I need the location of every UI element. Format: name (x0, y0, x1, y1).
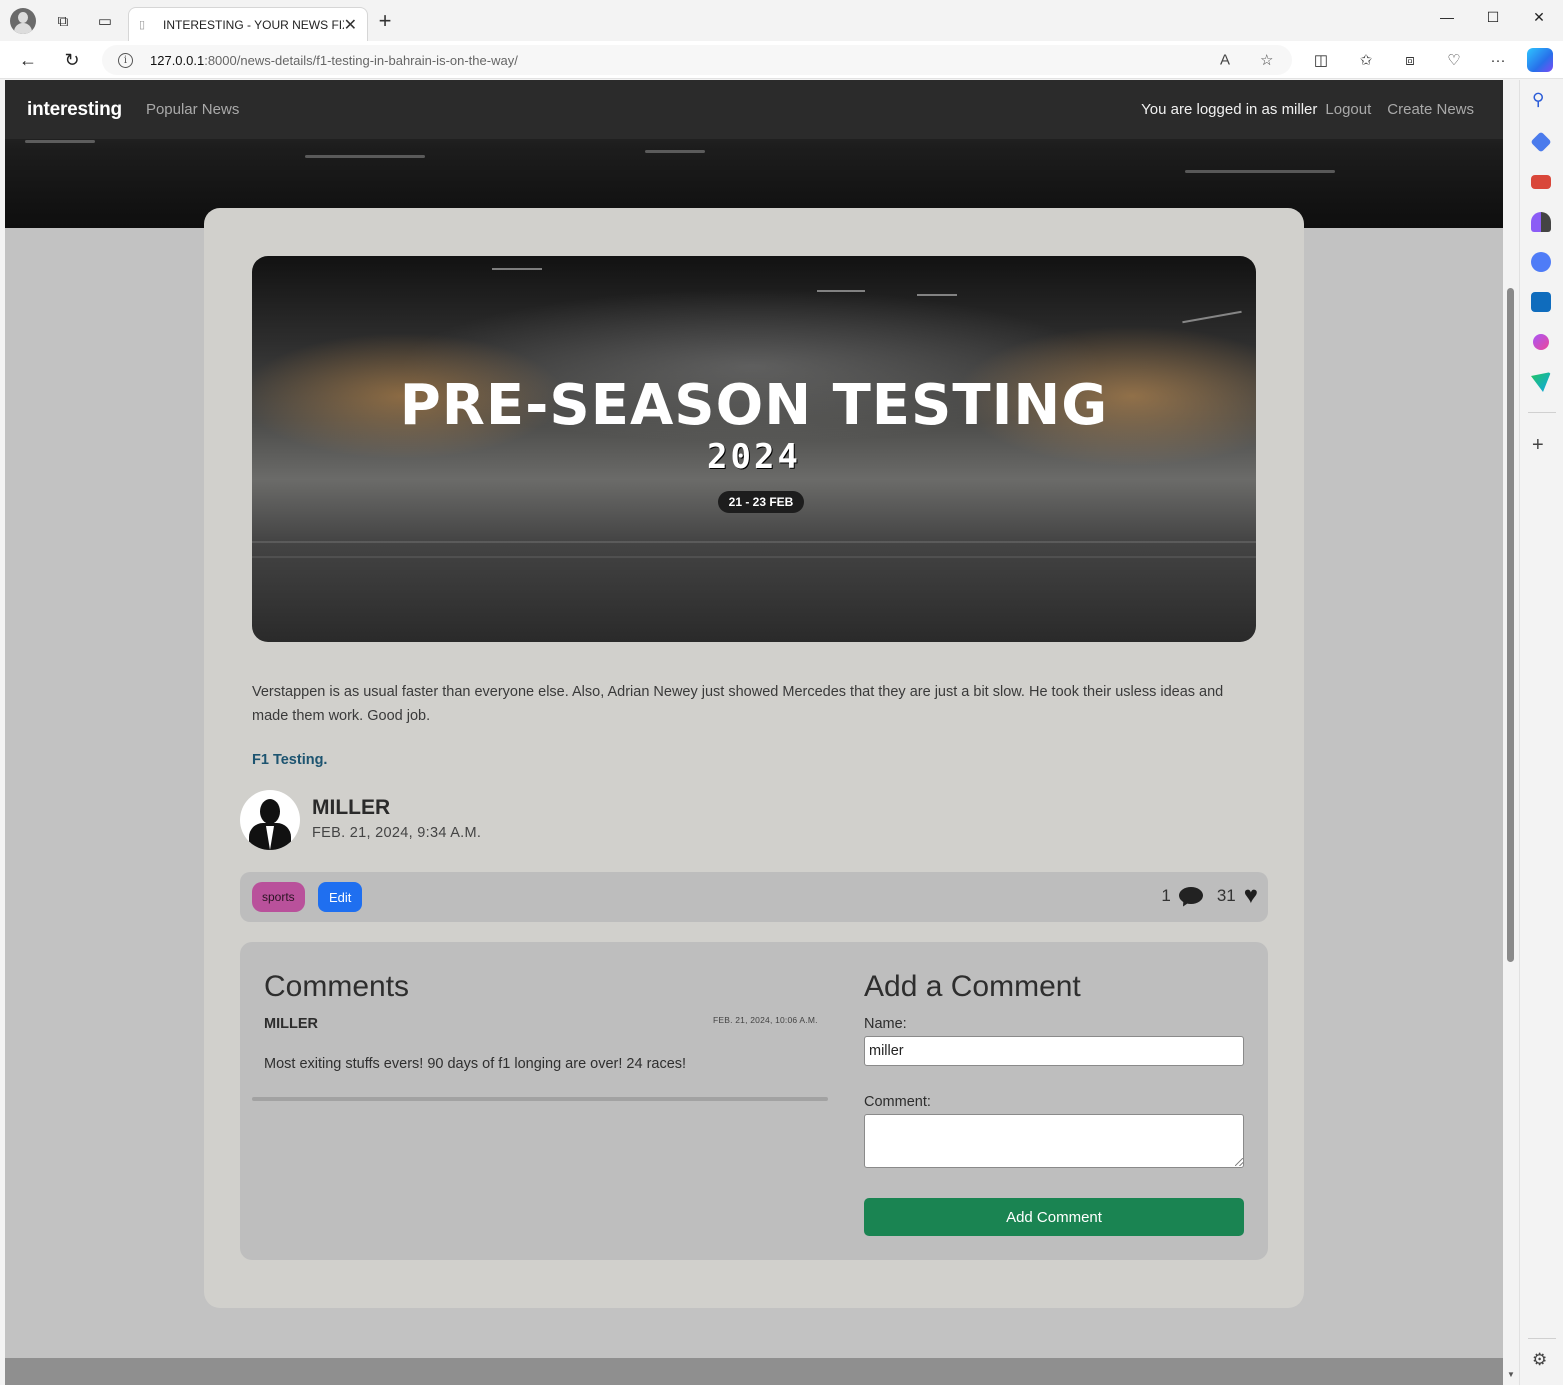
outlook-icon[interactable] (1531, 292, 1551, 312)
favorites-icon[interactable]: ✩ (1354, 49, 1378, 71)
comment-author: MILLER (264, 1016, 318, 1032)
scrollbar-thumb[interactable] (1507, 288, 1514, 962)
comment-label: Comment: (864, 1094, 931, 1110)
close-window-icon[interactable]: ✕ (1516, 6, 1562, 28)
tab-title: INTERESTING - YOUR NEWS FIX (163, 17, 344, 32)
browser-titlebar: ⧉ ▭ ▯ INTERESTING - YOUR NEWS FIX ✕ + — … (0, 0, 1563, 41)
profile-avatar-icon[interactable] (10, 8, 36, 34)
textarea-resize-handle[interactable] (1235, 1158, 1243, 1166)
publish-date: FEB. 21, 2024, 9:34 A.M. (312, 825, 482, 841)
search-icon[interactable]: ⚲ (1532, 90, 1544, 110)
sidebar-divider (1528, 412, 1556, 413)
page-scrollbar[interactable]: ▼ (1503, 80, 1519, 1385)
name-label: Name: (864, 1016, 907, 1032)
heart-icon[interactable]: ♥ (1244, 884, 1258, 908)
brand-logo[interactable]: interesting (27, 99, 122, 121)
author-name: MILLER (312, 796, 391, 819)
edge-sidebar: ⚲ + ⚙ (1519, 80, 1563, 1385)
comment-bubble-icon (1178, 887, 1203, 905)
nav-logout[interactable]: Logout (1325, 101, 1371, 118)
logged-in-status: You are logged in as miller (1141, 101, 1318, 118)
microsoft-365-icon[interactable] (1531, 252, 1551, 272)
nav-create-news[interactable]: Create News (1387, 101, 1474, 118)
article-body: Verstappen is as usual faster than every… (252, 684, 1224, 724)
designer-icon[interactable] (1533, 334, 1549, 350)
favicon-icon: ▯ (139, 18, 146, 31)
favorite-star-icon[interactable]: ☆ (1260, 51, 1273, 69)
shopping-tag-icon[interactable] (1530, 131, 1552, 153)
nav-user-area: You are logged in as miller Logout Creat… (1141, 101, 1481, 118)
sidebar-divider (1528, 1338, 1556, 1339)
more-options-icon[interactable]: ··· (1486, 49, 1510, 71)
collections-icon[interactable]: ⧈ (1398, 49, 1422, 71)
add-comment-heading: Add a Comment (864, 970, 1081, 1003)
minimize-icon[interactable]: — (1424, 6, 1470, 28)
read-aloud-icon[interactable]: A (1220, 52, 1230, 69)
browser-essentials-icon[interactable]: ♡ (1442, 49, 1466, 71)
split-screen-icon[interactable]: ◫ (1309, 49, 1333, 71)
tools-briefcase-icon[interactable] (1531, 175, 1551, 189)
comment-textarea[interactable] (864, 1114, 1244, 1168)
comment-count: 1 (1161, 886, 1171, 905)
page-footer (5, 1358, 1503, 1385)
scroll-down-arrow-icon[interactable]: ▼ (1507, 1370, 1515, 1379)
add-sidebar-app-icon[interactable]: + (1532, 434, 1544, 457)
comment-text: Most exiting stuffs evers! 90 days of f1… (264, 1056, 687, 1072)
new-tab-icon[interactable]: + (372, 8, 398, 34)
url-host: 127.0.0.1 (150, 52, 205, 68)
article-card: PRE-SEASON TESTING 2024 21 - 23 FEB Vers… (204, 208, 1304, 1308)
copilot-icon[interactable] (1527, 48, 1553, 72)
comment-divider (252, 1097, 828, 1101)
banner-dates: 21 - 23 FEB (718, 491, 804, 513)
url-path: :8000/news-details/f1-testing-in-bahrain… (204, 52, 518, 68)
address-toolbar: ← ↻ i 127.0.0.1:8000/news-details/f1-tes… (0, 41, 1563, 79)
workspaces-icon[interactable]: ⧉ (50, 8, 76, 34)
games-icon[interactable] (1531, 212, 1551, 232)
author-avatar (240, 790, 300, 850)
banner-year: 2024 (707, 437, 801, 477)
comments-section: Comments MILLER FEB. 21, 2024, 10:06 A.M… (240, 942, 1268, 1260)
edit-button[interactable]: Edit (318, 882, 363, 912)
comment-date: FEB. 21, 2024, 10:06 A.M. (713, 1015, 818, 1025)
article-meta-bar: sports Edit 1 31 ♥ (240, 872, 1268, 922)
page-viewport: interesting Popular News You are logged … (5, 80, 1503, 1385)
add-comment-button[interactable]: Add Comment (864, 1198, 1244, 1236)
article-tagline: F1 Testing. (252, 752, 328, 768)
article-banner-image: PRE-SEASON TESTING 2024 21 - 23 FEB (252, 256, 1256, 642)
site-info-icon[interactable]: i (118, 52, 133, 68)
tab-actions-icon[interactable]: ▭ (92, 8, 118, 34)
back-icon[interactable]: ← (14, 47, 42, 73)
sidebar-settings-icon[interactable]: ⚙ (1532, 1350, 1547, 1370)
browser-tab[interactable]: ▯ INTERESTING - YOUR NEWS FIX ✕ (128, 7, 368, 41)
comments-heading: Comments (264, 970, 410, 1003)
name-input[interactable]: miller (864, 1036, 1244, 1066)
nav-popular-news[interactable]: Popular News (146, 101, 239, 118)
engagement-counts: 1 31 ♥ (1161, 884, 1258, 908)
maximize-icon[interactable]: ☐ (1470, 6, 1516, 28)
category-badge[interactable]: sports (252, 882, 305, 912)
site-navbar: interesting Popular News You are logged … (5, 80, 1503, 139)
send-icon[interactable] (1531, 372, 1551, 392)
address-bar[interactable]: i 127.0.0.1:8000/news-details/f1-testing… (102, 45, 1292, 75)
like-count: 31 (1216, 886, 1236, 905)
close-tab-icon[interactable]: ✕ (344, 15, 357, 35)
banner-title: PRE-SEASON TESTING (399, 373, 1109, 438)
reload-icon[interactable]: ↻ (58, 47, 86, 73)
